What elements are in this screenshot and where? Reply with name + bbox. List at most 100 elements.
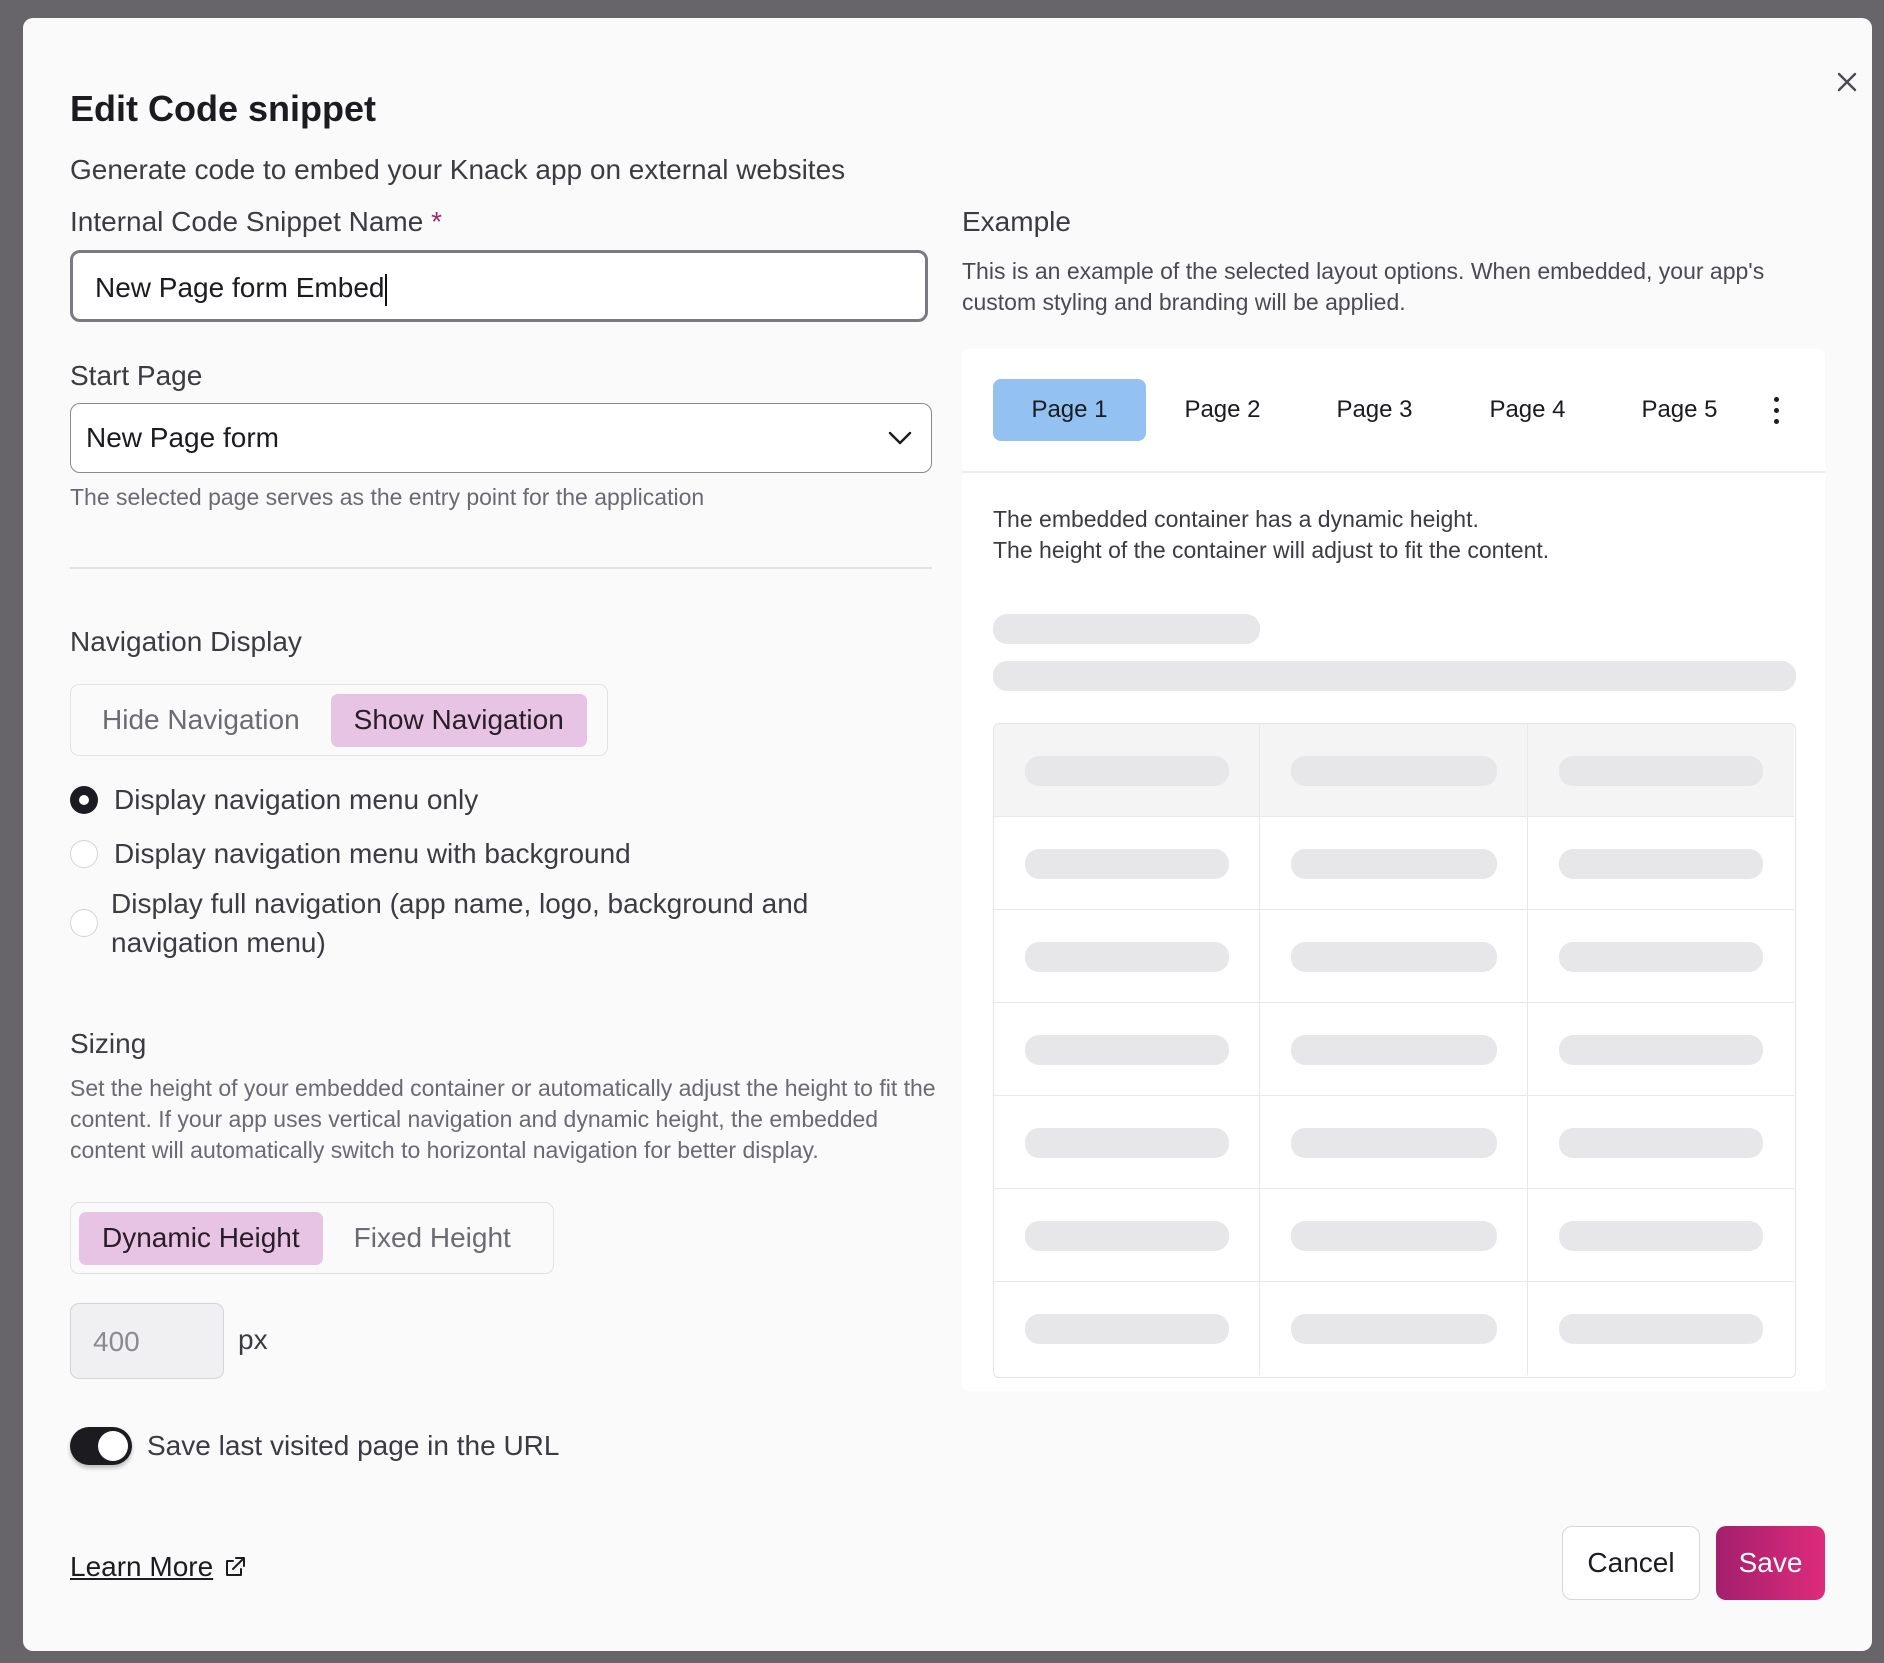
start-page-select[interactable]: New Page form bbox=[70, 403, 932, 473]
skeleton-cell bbox=[994, 1096, 1260, 1189]
skeleton-cell bbox=[994, 1282, 1260, 1375]
radio-option-full-navigation[interactable]: Display full navigation (app name, logo,… bbox=[70, 884, 860, 962]
preview-tab-page-2[interactable]: Page 2 bbox=[1146, 379, 1299, 441]
skeleton-line bbox=[993, 661, 1796, 691]
skeleton-bar bbox=[1291, 1221, 1497, 1251]
preview-text: The embedded container has a dynamic hei… bbox=[993, 504, 1549, 566]
radio-label: Display full navigation (app name, logo,… bbox=[111, 888, 809, 958]
skeleton-cell bbox=[1260, 1282, 1528, 1375]
skeleton-cell bbox=[1260, 1189, 1528, 1282]
skeleton-bar bbox=[1025, 1314, 1229, 1344]
hide-navigation-option[interactable]: Hide Navigation bbox=[79, 694, 323, 747]
dialog-title: Edit Code snippet bbox=[70, 88, 376, 129]
skeleton-bar bbox=[1559, 1128, 1763, 1158]
save-url-toggle[interactable] bbox=[70, 1427, 132, 1465]
skeleton-bar bbox=[1559, 756, 1763, 786]
skeleton-bar bbox=[1559, 1035, 1763, 1065]
navigation-display-label: Navigation Display bbox=[70, 626, 302, 657]
text-caret bbox=[385, 273, 388, 306]
skeleton-bar bbox=[1291, 1128, 1497, 1158]
radio-label: Display navigation menu with background bbox=[114, 838, 631, 869]
skeleton-bar bbox=[1025, 849, 1229, 879]
height-unit: px bbox=[238, 1324, 268, 1355]
edit-code-snippet-dialog: Edit Code snippet Generate code to embed… bbox=[23, 18, 1872, 1651]
snippet-name-label-text: Internal Code Snippet Name bbox=[70, 206, 424, 237]
radio-option-menu-with-background[interactable]: Display navigation menu with background bbox=[70, 838, 631, 870]
skeleton-cell bbox=[1528, 817, 1794, 910]
skeleton-cell bbox=[994, 910, 1260, 1003]
preview-line-2: The height of the container will adjust … bbox=[993, 537, 1550, 563]
skeleton-bar bbox=[1291, 1314, 1497, 1344]
skeleton-table bbox=[993, 723, 1796, 1378]
skeleton-bar bbox=[1291, 1035, 1497, 1065]
skeleton-cell bbox=[994, 817, 1260, 910]
radio-button[interactable] bbox=[70, 840, 98, 868]
skeleton-cell bbox=[1260, 817, 1528, 910]
start-page-label: Start Page bbox=[70, 360, 203, 391]
sizing-description: Set the height of your embedded containe… bbox=[70, 1075, 936, 1163]
skeleton-cell bbox=[1260, 1096, 1528, 1189]
height-input[interactable]: 400 bbox=[70, 1303, 224, 1379]
skeleton-title bbox=[993, 614, 1260, 644]
skeleton-bar bbox=[1559, 1314, 1763, 1344]
skeleton-bar bbox=[1025, 756, 1229, 786]
skeleton-bar bbox=[1559, 1221, 1763, 1251]
skeleton-cell bbox=[1528, 1096, 1794, 1189]
skeleton-cell bbox=[1528, 1282, 1794, 1375]
skeleton-header-cell bbox=[994, 724, 1260, 817]
required-mark: * bbox=[431, 206, 443, 237]
radio-button[interactable] bbox=[70, 909, 98, 937]
close-icon[interactable] bbox=[1829, 64, 1865, 100]
skeleton-cell bbox=[1260, 910, 1528, 1003]
skeleton-cell bbox=[1260, 1003, 1528, 1096]
snippet-name-value: New Page form Embed bbox=[95, 272, 385, 303]
skeleton-bar bbox=[1291, 849, 1497, 879]
preview-tab-page-3[interactable]: Page 3 bbox=[1298, 379, 1451, 441]
skeleton-cell bbox=[1528, 910, 1794, 1003]
skeleton-bar bbox=[1025, 942, 1229, 972]
radio-option-menu-only[interactable]: Display navigation menu only bbox=[70, 784, 478, 816]
skeleton-cell bbox=[994, 1189, 1260, 1282]
snippet-name-label: Internal Code Snippet Name * bbox=[70, 206, 442, 238]
radio-label: Display navigation menu only bbox=[114, 784, 479, 815]
external-link-icon bbox=[226, 1557, 246, 1576]
chevron-down-icon bbox=[888, 431, 912, 445]
start-page-value: New Page form bbox=[86, 422, 279, 453]
show-navigation-option[interactable]: Show Navigation bbox=[330, 693, 587, 747]
example-preview: Page 1 Page 2 Page 3 Page 4 Page 5 The e… bbox=[962, 349, 1825, 1391]
preview-tab-page-5[interactable]: Page 5 bbox=[1603, 379, 1756, 441]
skeleton-header-cell bbox=[1260, 724, 1528, 817]
example-label: Example bbox=[962, 206, 1071, 237]
save-url-toggle-label: Save last visited page in the URL bbox=[147, 1430, 560, 1461]
preview-tab-page-4[interactable]: Page 4 bbox=[1451, 379, 1604, 441]
skeleton-cell bbox=[994, 1003, 1260, 1096]
skeleton-bar bbox=[1291, 756, 1497, 786]
navigation-segmented-control: Hide Navigation Show Navigation bbox=[70, 684, 608, 756]
skeleton-cell bbox=[1528, 1189, 1794, 1282]
dialog-subtitle: Generate code to embed your Knack app on… bbox=[70, 154, 846, 185]
cancel-button[interactable]: Cancel bbox=[1562, 1526, 1700, 1600]
sizing-segmented-control: Dynamic Height Fixed Height bbox=[70, 1202, 554, 1274]
example-description: This is an example of the selected layou… bbox=[962, 258, 1765, 315]
more-vertical-icon[interactable] bbox=[1770, 394, 1782, 426]
skeleton-header-cell bbox=[1528, 724, 1794, 817]
sizing-label: Sizing bbox=[70, 1028, 147, 1059]
skeleton-bar bbox=[1025, 1035, 1229, 1065]
preview-tab-bar: Page 1 Page 2 Page 3 Page 4 Page 5 bbox=[962, 349, 1825, 473]
snippet-name-input[interactable]: New Page form Embed bbox=[70, 250, 928, 322]
skeleton-cell bbox=[1528, 1003, 1794, 1096]
divider bbox=[70, 567, 932, 569]
learn-more-link[interactable]: Learn More bbox=[70, 1551, 247, 1583]
radio-button-checked[interactable] bbox=[70, 786, 98, 814]
start-page-helper: The selected page serves as the entry po… bbox=[70, 484, 705, 510]
skeleton-bar bbox=[1559, 942, 1763, 972]
preview-tab-page-1[interactable]: Page 1 bbox=[993, 379, 1146, 441]
skeleton-bar bbox=[1025, 1128, 1229, 1158]
fixed-height-option[interactable]: Fixed Height bbox=[331, 1212, 534, 1265]
save-button[interactable]: Save bbox=[1716, 1526, 1825, 1600]
skeleton-bar bbox=[1291, 942, 1497, 972]
skeleton-bar bbox=[1025, 1221, 1229, 1251]
skeleton-bar bbox=[1559, 849, 1763, 879]
preview-line-1: The embedded container has a dynamic hei… bbox=[993, 506, 1479, 532]
dynamic-height-option[interactable]: Dynamic Height bbox=[79, 1211, 323, 1265]
